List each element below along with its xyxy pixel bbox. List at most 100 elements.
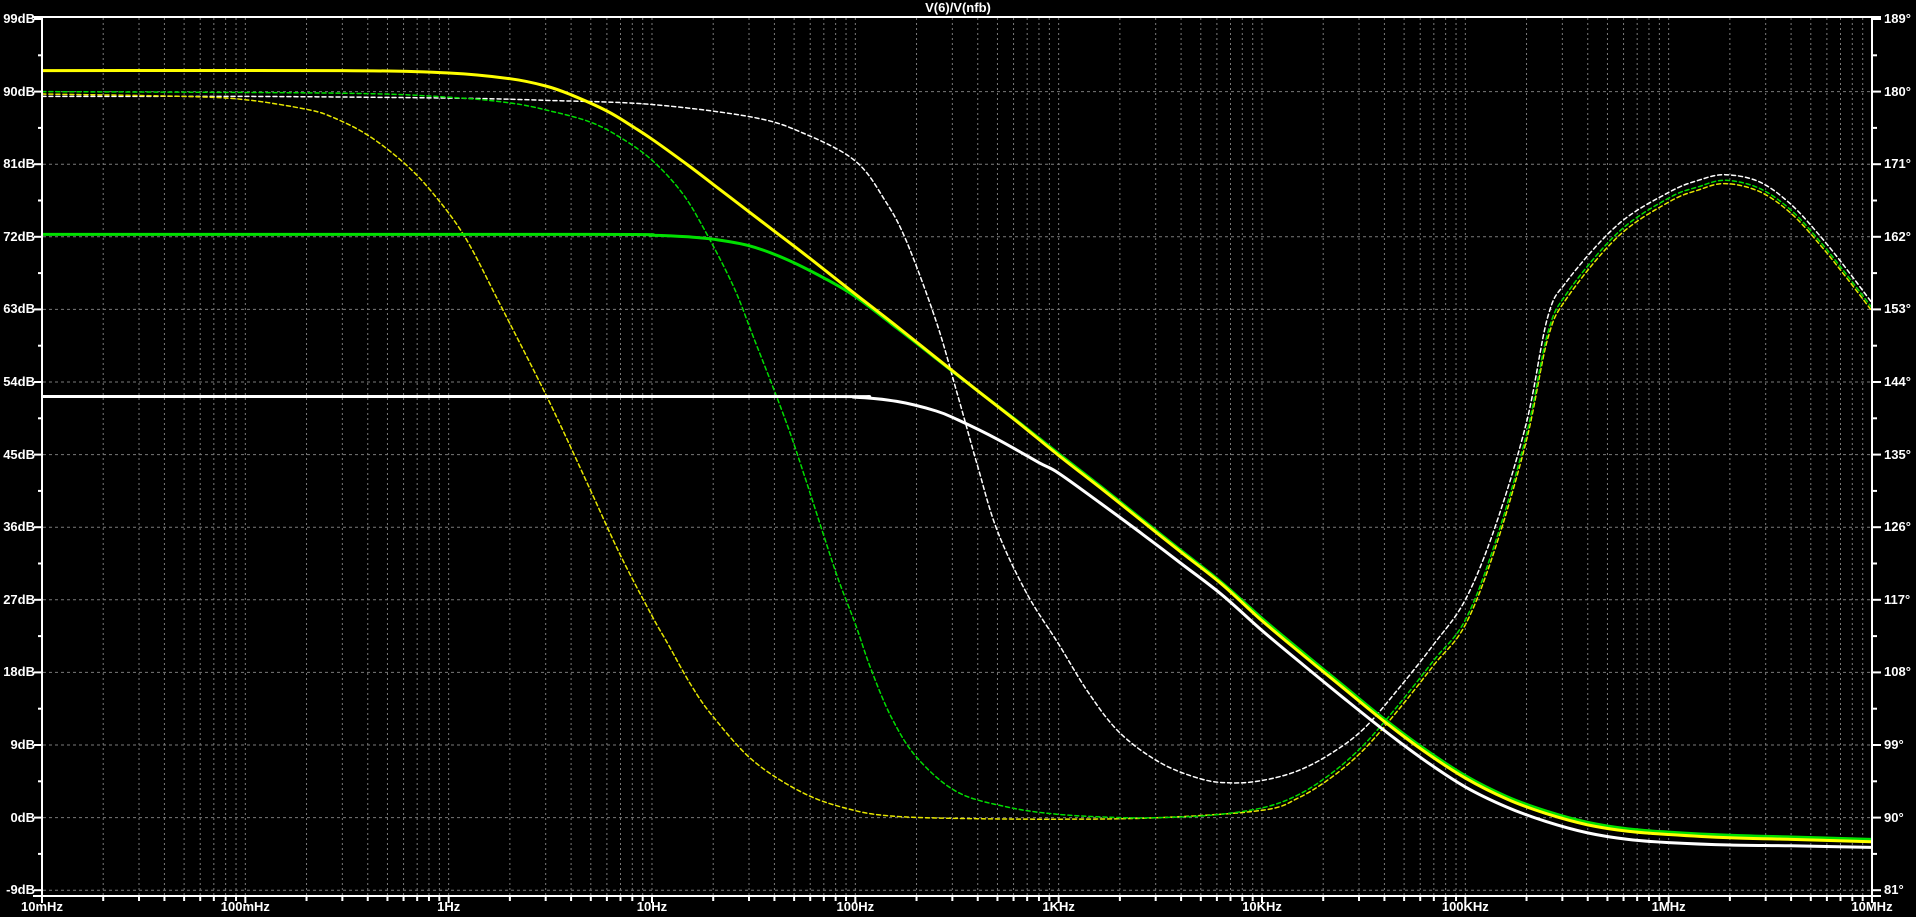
x-axis-label: 100mHz [220, 899, 270, 914]
x-minor-tick [1154, 896, 1157, 901]
x-minor-tick [1606, 896, 1609, 901]
y-left-major-tick [34, 816, 43, 819]
x-minor-tick [102, 896, 105, 901]
x-axis-label: 1KHz [1042, 899, 1075, 914]
x-minor-tick [1358, 896, 1361, 901]
y-right-axis-label: 144° [1884, 374, 1911, 389]
y-left-minor-tick [38, 417, 43, 420]
y-left-major-tick [34, 744, 43, 746]
plot-border [33, 16, 1881, 897]
y-right-major-tick [1872, 235, 1881, 238]
y-left-axis-label: -9dB [6, 882, 35, 898]
y-right-major-tick [1872, 308, 1881, 311]
x-minor-tick [1809, 896, 1812, 901]
x-minor-tick [1525, 896, 1528, 901]
y-right-axis-label: 81° [1884, 882, 1904, 898]
y-right-axis-label: 189° [1884, 11, 1911, 26]
y-left-major-tick [34, 453, 43, 456]
y-left-axis-label: 99dB [3, 11, 35, 26]
y-left-axis-label: 81dB [3, 156, 35, 172]
y-left-axis-label: 90dB [3, 83, 35, 99]
x-minor-tick [1586, 896, 1589, 901]
y-left-minor-tick [38, 344, 43, 347]
x-minor-tick [305, 896, 308, 901]
y-left-major-tick [34, 889, 43, 892]
y-left-minor-tick [38, 780, 43, 783]
y-left-minor-tick [38, 199, 43, 202]
magnitude-trace-white[interactable] [42, 394, 1872, 849]
y-left-major-tick [34, 18, 43, 20]
y-left-minor-tick [38, 707, 43, 710]
x-axis-label: 10KHz [1242, 899, 1282, 914]
y-right-minor-tick [1872, 199, 1877, 202]
y-left-axis-label: 54dB [3, 374, 35, 389]
y-left-axis-label: 36dB [3, 519, 35, 535]
y-right-axis-label: 126° [1884, 519, 1911, 535]
x-axis-label: 10Hz [636, 899, 668, 914]
y-left-major-tick [34, 90, 43, 93]
y-right-axis-label: 153° [1884, 301, 1911, 317]
y-left-minor-tick [38, 54, 43, 57]
x-minor-tick [951, 896, 954, 901]
x-minor-tick [589, 896, 592, 901]
y-right-axis-label: 90° [1884, 809, 1904, 825]
x-axis-label: 10MHz [1851, 899, 1893, 914]
y-left-major-tick [34, 381, 43, 383]
y-right-minor-tick [1872, 562, 1877, 565]
y-left-axis-label: 27dB [3, 591, 35, 607]
x-minor-tick [570, 896, 573, 901]
y-left-axis-label: 0dB [10, 809, 35, 825]
x-axis-label: 10mHz [21, 899, 63, 914]
y-right-minor-tick [1872, 417, 1877, 420]
bode-plot-canvas[interactable] [0, 0, 1916, 917]
y-left-major-tick [34, 308, 43, 311]
x-axis-label: 100Hz [836, 899, 875, 914]
y-right-minor-tick [1872, 707, 1877, 710]
y-left-major-tick [34, 235, 43, 238]
y-right-axis-label: 180° [1884, 83, 1911, 99]
y-right-minor-tick [1872, 635, 1877, 638]
phase-trace-yellow[interactable] [42, 93, 1872, 820]
y-right-minor-tick [1872, 54, 1877, 57]
phase-trace-white[interactable] [42, 95, 1872, 784]
x-axis-label: 1MHz [1651, 899, 1686, 914]
y-left-major-tick [34, 671, 43, 674]
magnitude-trace-green[interactable] [42, 232, 1872, 841]
y-left-minor-tick [38, 489, 43, 492]
x-minor-tick [976, 896, 979, 901]
y-left-minor-tick [38, 126, 43, 129]
y-right-major-tick [1872, 889, 1881, 892]
y-right-axis-label: 99° [1884, 737, 1904, 752]
x-minor-tick [1728, 896, 1731, 901]
x-minor-tick [1118, 896, 1121, 901]
y-right-minor-tick [1872, 344, 1877, 347]
y-left-major-tick [34, 526, 43, 529]
y-right-major-tick [1872, 598, 1881, 601]
x-minor-tick [773, 896, 776, 901]
magnitude-trace-yellow[interactable] [42, 68, 1872, 844]
y-right-major-tick [1872, 816, 1881, 819]
traces [42, 68, 1872, 849]
y-right-minor-tick [1872, 126, 1877, 129]
y-right-minor-tick [1872, 780, 1877, 783]
y-right-minor-tick [1872, 852, 1877, 855]
x-minor-tick [1403, 896, 1406, 901]
x-minor-tick [341, 896, 344, 901]
y-left-minor-tick [38, 562, 43, 565]
y-left-major-tick [34, 163, 43, 166]
y-right-axis-label: 171° [1884, 156, 1911, 172]
y-left-axis-label: 18dB [3, 664, 35, 680]
y-right-major-tick [1872, 381, 1881, 383]
x-minor-tick [915, 896, 918, 901]
y-left-minor-tick [38, 272, 43, 275]
x-minor-tick [996, 896, 999, 901]
y-left-minor-tick [38, 635, 43, 638]
x-minor-tick [163, 896, 166, 901]
y-right-major-tick [1872, 526, 1881, 529]
x-minor-tick [508, 896, 511, 901]
y-right-major-tick [1872, 163, 1881, 166]
x-minor-tick [1764, 896, 1767, 901]
y-right-axis-label: 117° [1884, 591, 1911, 607]
x-minor-tick [1561, 896, 1564, 901]
y-left-major-tick [34, 598, 43, 601]
